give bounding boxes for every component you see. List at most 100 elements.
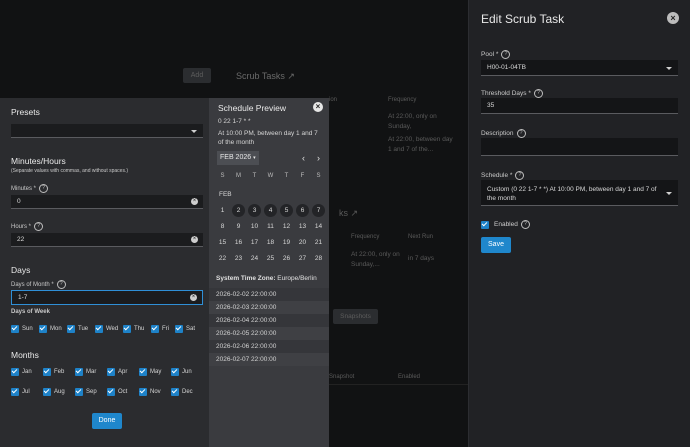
checkbox-checked-icon[interactable] [151, 325, 159, 333]
checkbox-nov[interactable]: Nov [139, 388, 161, 396]
checkbox-checked-icon[interactable] [123, 325, 131, 333]
calendar-day: 12 [282, 223, 291, 230]
checkbox-checked-icon[interactable] [75, 368, 83, 376]
calendar-day: 28 [314, 255, 323, 262]
checkbox-sep[interactable]: Sep [75, 388, 97, 396]
help-icon[interactable]: ? [515, 171, 525, 180]
checkbox-jan[interactable]: Jan [11, 368, 32, 376]
minutes-input[interactable]: 0 × [11, 195, 203, 209]
checkbox-checked-icon[interactable] [171, 388, 179, 396]
checkbox-jun[interactable]: Jun [171, 368, 192, 376]
checkbox-checked-icon[interactable] [139, 368, 147, 376]
days-of-week-label: Days of Week [11, 309, 50, 315]
timezone-line: System Time Zone: Europe/Berlin [216, 275, 317, 282]
checkbox-checked-icon[interactable] [11, 325, 19, 333]
checkbox-dec[interactable]: Dec [171, 388, 193, 396]
list-item: 2026-02-07 22:00:00 [209, 353, 329, 366]
checkbox-fri[interactable]: Fri [151, 325, 169, 333]
calendar-day-scheduled: 4 [264, 204, 277, 217]
help-icon[interactable]: ? [39, 184, 49, 193]
clear-icon[interactable]: × [191, 198, 198, 205]
checkbox-sat[interactable]: Sat [175, 325, 195, 333]
clear-icon[interactable]: × [191, 236, 198, 243]
add-button[interactable]: Add [183, 68, 211, 83]
clear-icon[interactable]: × [190, 294, 197, 301]
month-label: FEB [219, 191, 232, 198]
days-of-month-value: 1-7 [18, 294, 28, 301]
checkbox-label: Jun [182, 369, 192, 375]
prev-month-icon[interactable]: ‹ [302, 153, 305, 163]
checkbox-checked-icon[interactable] [39, 325, 47, 333]
checkbox-checked-icon[interactable] [75, 388, 83, 396]
save-button[interactable]: Save [481, 237, 511, 253]
checkbox-checked-icon[interactable] [67, 325, 75, 333]
list-item: 2026-02-02 22:00:00 [209, 288, 329, 301]
checkbox-thu[interactable]: Thu [123, 325, 144, 333]
description-input[interactable] [481, 138, 678, 156]
snapshots-button[interactable]: Snapshots [333, 309, 378, 324]
checkbox-feb[interactable]: Feb [43, 368, 64, 376]
checkbox-label: Nov [150, 389, 161, 395]
checkbox-mar[interactable]: Mar [75, 368, 96, 376]
weekday-label: T [252, 173, 257, 179]
list-item: 2026-02-03 22:00:00 [209, 301, 329, 314]
close-icon[interactable]: × [667, 12, 679, 24]
threshold-days-input[interactable]: 35 [481, 98, 678, 114]
checkbox-checked-icon[interactable] [11, 368, 19, 376]
checkbox-tue[interactable]: Tue [67, 325, 88, 333]
pool-select[interactable]: H00-01-04TB [481, 60, 678, 76]
scrub-tasks-title-text: Scrub Tasks [236, 71, 285, 81]
list-item: 2026-02-05 22:00:00 [209, 327, 329, 340]
checkbox-sun[interactable]: Sun [11, 325, 33, 333]
help-icon[interactable]: ? [533, 89, 543, 98]
checkbox-checked-icon[interactable] [171, 368, 179, 376]
enabled-label: Enabled [494, 221, 518, 228]
schedule-select[interactable]: Custom (0 22 1-7 * *) At 10:00 PM, betwe… [481, 180, 678, 206]
chevron-down-icon [666, 66, 672, 70]
checkbox-may[interactable]: May [139, 368, 161, 376]
weekday-label: T [284, 173, 289, 179]
checkbox-oct[interactable]: Oct [107, 388, 127, 396]
presets-select[interactable] [11, 124, 203, 138]
checkbox-jul[interactable]: Jul [11, 388, 30, 396]
help-icon[interactable]: ? [56, 280, 66, 289]
checkbox-checked-icon[interactable] [139, 388, 147, 396]
checkbox-aug[interactable]: Aug [43, 388, 65, 396]
calendar-day: 23 [234, 255, 243, 262]
weekday-label: W [267, 173, 274, 179]
enabled-checkbox[interactable]: Enabled? [481, 220, 530, 229]
checkbox-checked-icon[interactable] [95, 325, 103, 333]
checkbox-checked-icon[interactable] [43, 388, 51, 396]
description-label-text: Description [481, 130, 514, 138]
help-icon[interactable]: ? [520, 220, 530, 229]
schedule-preview: Schedule Preview × 0 22 1-7 * * At 10:00… [209, 98, 329, 447]
checkbox-checked-icon[interactable] [107, 368, 115, 376]
weekday-label: S [220, 173, 225, 179]
checkbox-checked-icon[interactable] [11, 388, 19, 396]
help-icon[interactable]: ? [516, 129, 526, 138]
month-selector-label: FEB 2026 [220, 154, 252, 161]
calendar-day: 11 [267, 223, 274, 230]
chevron-down-icon [191, 129, 197, 133]
days-of-month-input[interactable]: 1-7 × [11, 290, 203, 305]
hours-input[interactable]: 22 × [11, 233, 203, 247]
checkbox-checked-icon[interactable] [43, 368, 51, 376]
calendar-day: 9 [236, 223, 241, 230]
cron-expression: 0 22 1-7 * * [218, 118, 251, 125]
frequency-text-3: At 22:00, only on Sunday,... [351, 251, 400, 268]
help-icon[interactable]: ? [501, 50, 511, 59]
checkbox-checked-icon[interactable] [107, 388, 115, 396]
checkbox-label: Thu [134, 326, 145, 332]
checkbox-wed[interactable]: Wed [95, 325, 118, 333]
help-icon[interactable]: ? [34, 222, 44, 231]
checkbox-apr[interactable]: Apr [107, 368, 127, 376]
month-selector[interactable]: FEB 2026 ▾ [217, 151, 259, 165]
checkbox-checked-icon[interactable] [481, 220, 489, 229]
next-month-icon[interactable]: › [317, 153, 320, 163]
days-of-month-label-text: Days of Month * [11, 282, 54, 289]
checkbox-checked-icon[interactable] [175, 325, 183, 333]
close-icon[interactable]: × [313, 102, 323, 112]
done-button[interactable]: Done [92, 413, 122, 429]
checkbox-mon[interactable]: Mon [39, 325, 62, 333]
calendar-day-scheduled: 6 [296, 204, 309, 217]
